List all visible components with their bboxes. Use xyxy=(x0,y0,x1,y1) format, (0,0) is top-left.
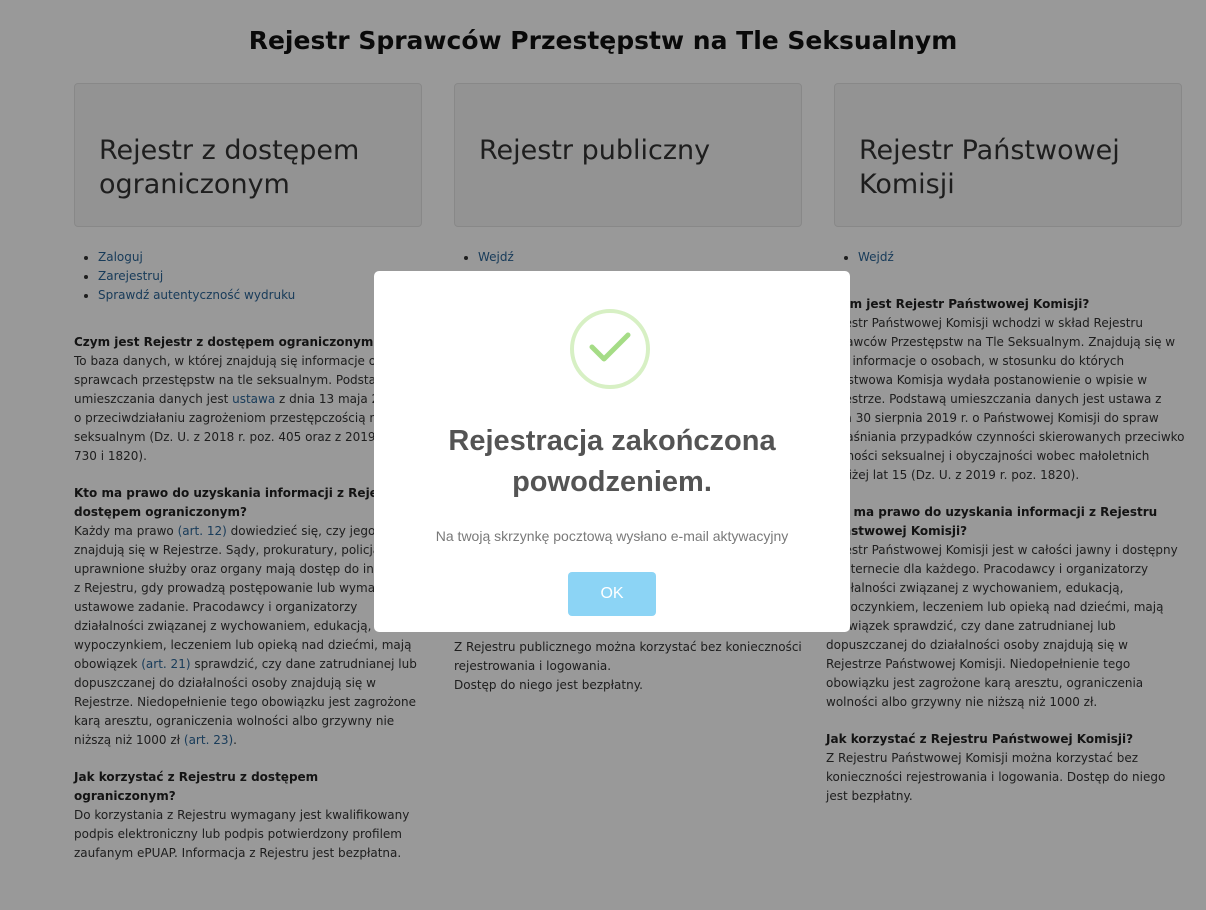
checkmark-icon xyxy=(589,332,631,362)
ok-button[interactable]: OK xyxy=(568,572,656,616)
success-icon-circle xyxy=(570,309,650,389)
dialog-message: Na twoją skrzynkę pocztową wysłano e-mai… xyxy=(435,528,789,544)
dialog-title: Rejestracja zakończona powodzeniem. xyxy=(448,425,776,498)
success-dialog: Rejestracja zakończona powodzeniem. Na t… xyxy=(374,271,850,632)
